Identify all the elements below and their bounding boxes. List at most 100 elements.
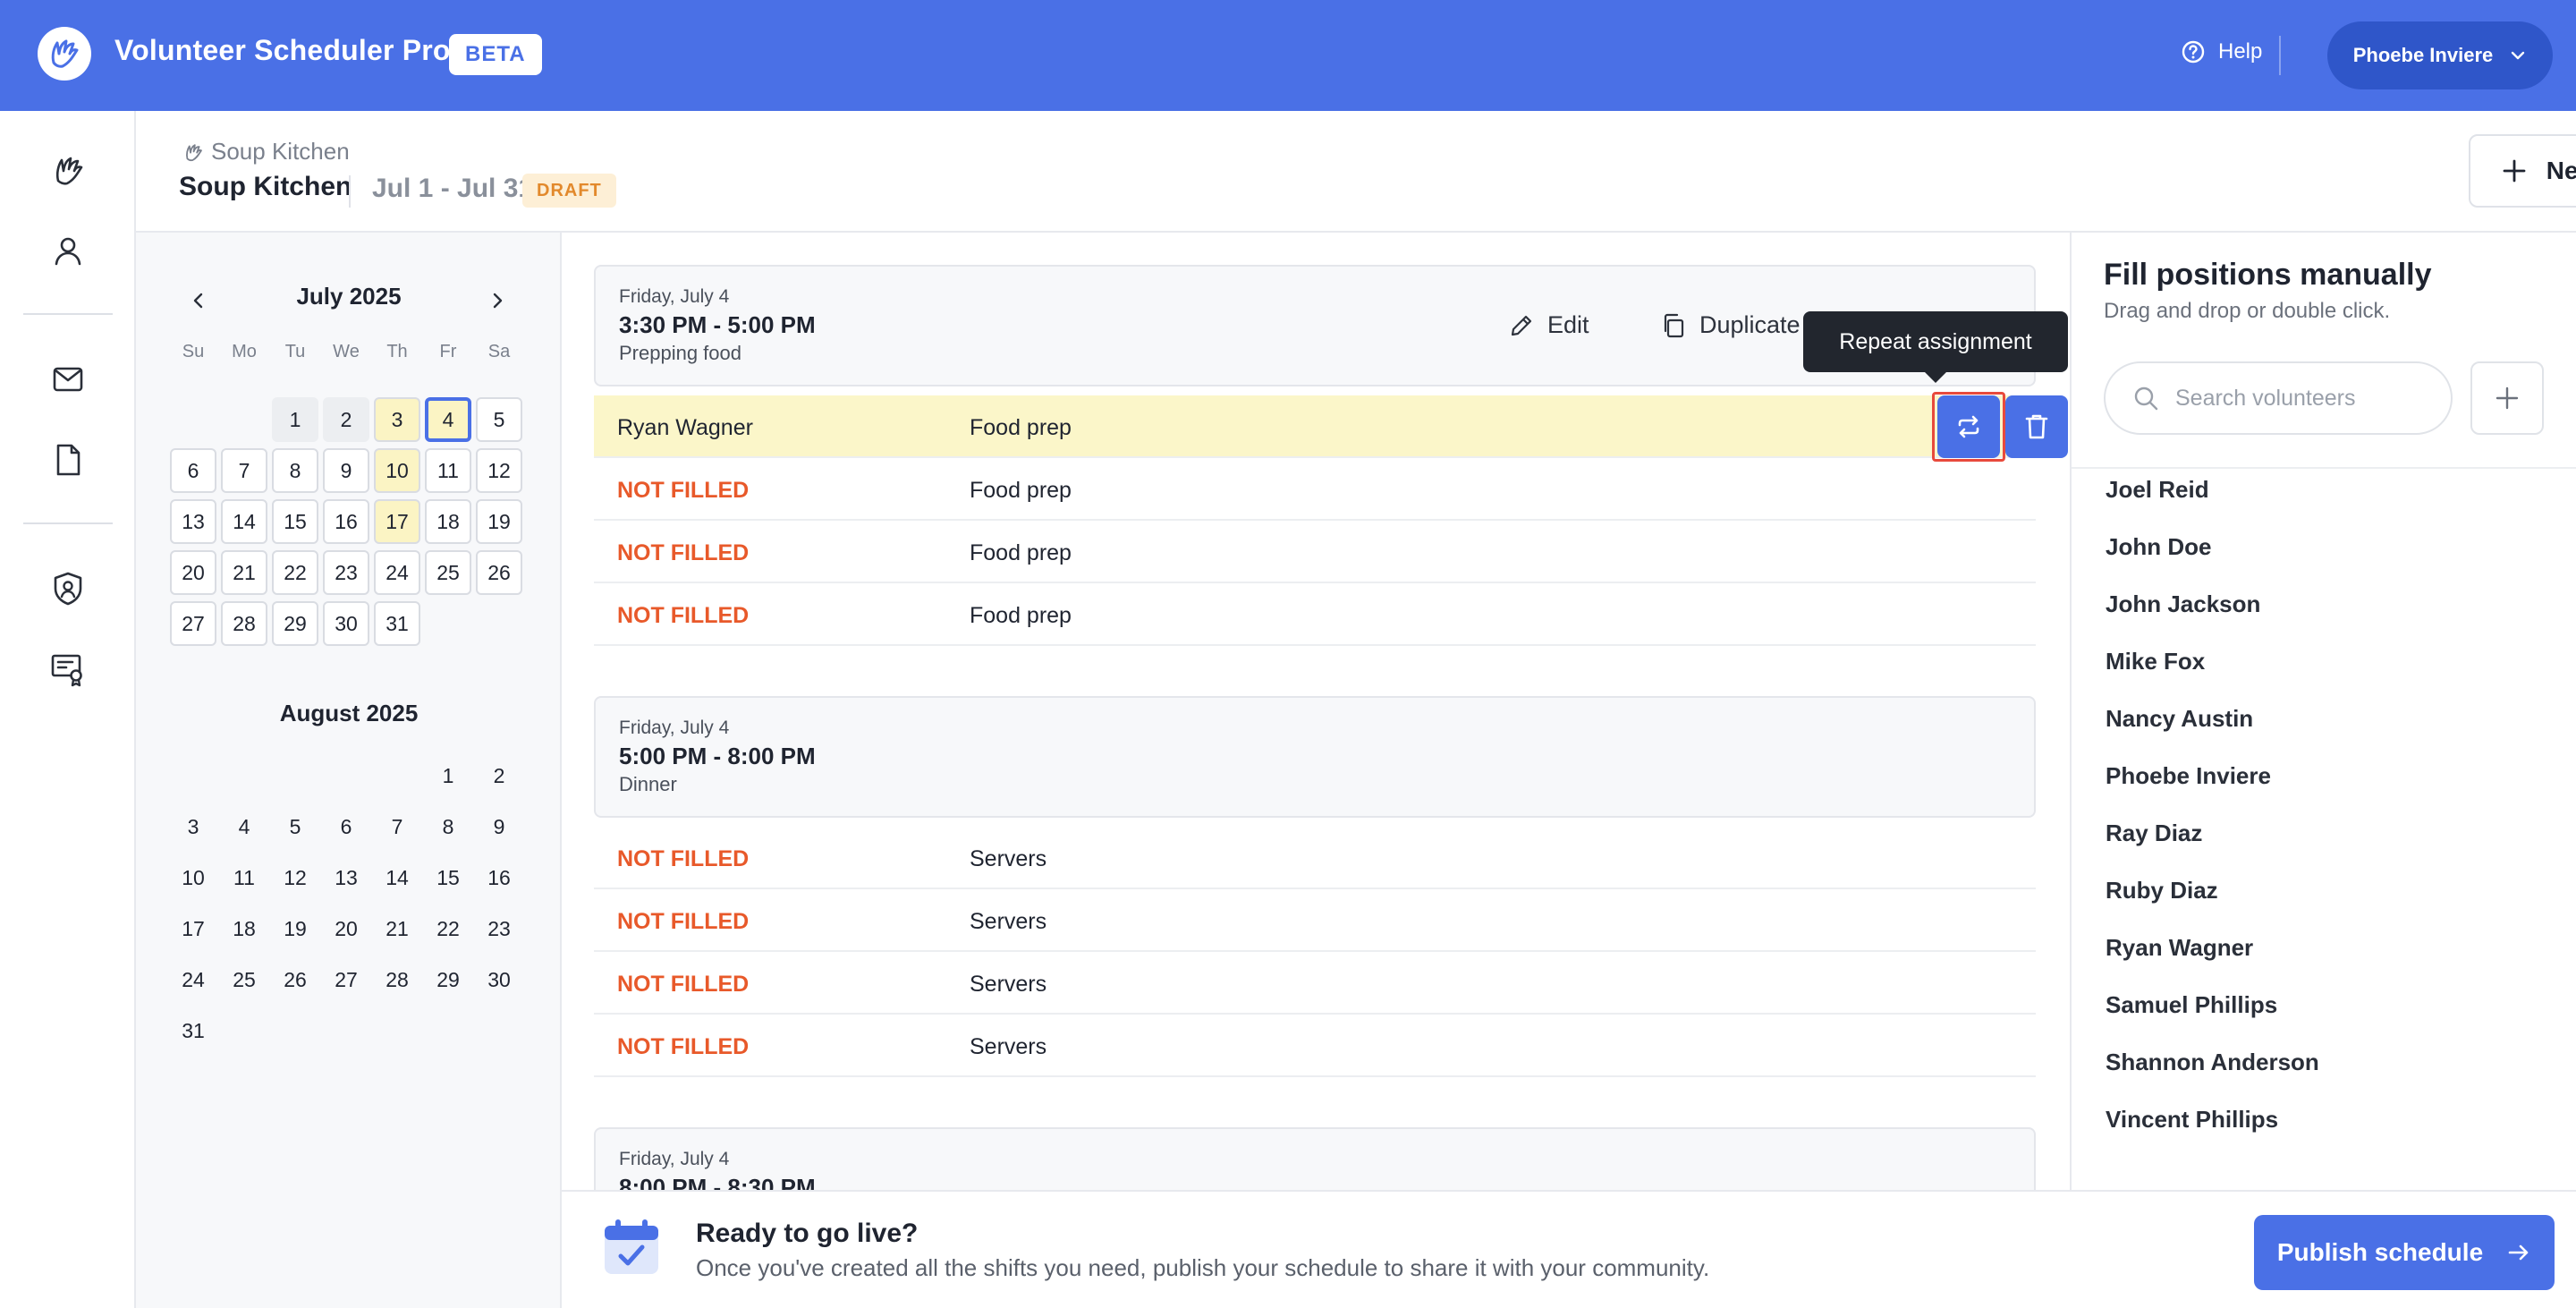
calendar-day[interactable]: 21 — [374, 906, 420, 951]
calendar-day[interactable]: 11 — [425, 448, 471, 493]
calendar-day[interactable]: 10 — [170, 855, 216, 900]
assignment-row[interactable]: NOT FILLED Food prep — [594, 583, 2036, 646]
assignment-row[interactable]: NOT FILLED Servers — [594, 1015, 2036, 1077]
calendar-day[interactable]: 25 — [221, 957, 267, 1002]
publish-schedule-button[interactable]: Publish schedule — [2254, 1215, 2555, 1290]
calendar-day[interactable]: 27 — [170, 601, 216, 646]
volunteer-hand-icon[interactable] — [48, 150, 88, 190]
calendar-day[interactable]: 23 — [323, 550, 369, 595]
assignment-row[interactable]: NOT FILLED Food prep — [594, 521, 2036, 583]
calendar-day[interactable]: 26 — [476, 550, 522, 595]
calendar-day[interactable]: 6 — [170, 448, 216, 493]
calendar-day[interactable]: 2 — [323, 397, 369, 442]
calendar-day[interactable]: 15 — [425, 855, 471, 900]
breadcrumb[interactable]: Soup Kitchen — [182, 138, 350, 166]
mail-icon[interactable] — [48, 360, 88, 399]
volunteer-list-item[interactable]: Samuel Phillips — [2106, 991, 2277, 1019]
calendar-day[interactable]: 7 — [221, 448, 267, 493]
calendar-day[interactable]: 29 — [272, 601, 318, 646]
user-icon[interactable] — [48, 231, 88, 270]
volunteer-list-item[interactable]: John Doe — [2106, 533, 2211, 561]
calendar-day[interactable]: 6 — [323, 804, 369, 849]
calendar-day[interactable]: 3 — [374, 397, 420, 442]
calendar-day[interactable]: 19 — [272, 906, 318, 951]
calendar-day[interactable]: 9 — [476, 804, 522, 849]
delete-assignment-button[interactable] — [2005, 395, 2068, 458]
calendar-day[interactable]: 18 — [221, 906, 267, 951]
assignment-row[interactable]: NOT FILLED Servers — [594, 827, 2036, 889]
calendar-day[interactable]: 18 — [425, 499, 471, 544]
volunteer-list-item[interactable]: Mike Fox — [2106, 648, 2205, 675]
calendar-day[interactable]: 12 — [476, 448, 522, 493]
calendar-day[interactable]: 10 — [374, 448, 420, 493]
volunteer-list-item[interactable]: Ryan Wagner — [2106, 934, 2253, 962]
next-month-button[interactable] — [479, 283, 515, 319]
user-menu-button[interactable]: Phoebe Inviere — [2327, 21, 2553, 89]
new-shift-button[interactable]: New shift — [2469, 134, 2576, 208]
app-logo-icon[interactable] — [38, 27, 91, 81]
calendar-day[interactable]: 21 — [221, 550, 267, 595]
calendar-day[interactable]: 11 — [221, 855, 267, 900]
calendar-day[interactable]: 3 — [170, 804, 216, 849]
document-icon[interactable] — [48, 440, 88, 480]
calendar-day[interactable]: 14 — [221, 499, 267, 544]
calendar-day[interactable]: 24 — [170, 957, 216, 1002]
volunteer-list-item[interactable]: Shannon Anderson — [2106, 1049, 2319, 1076]
calendar-day[interactable]: 16 — [476, 855, 522, 900]
calendar-day[interactable]: 31 — [170, 1008, 216, 1053]
calendar-day[interactable]: 15 — [272, 499, 318, 544]
add-volunteer-button[interactable] — [2470, 361, 2544, 435]
calendar-day[interactable]: 9 — [323, 448, 369, 493]
calendar-day[interactable]: 30 — [476, 957, 522, 1002]
calendar-day[interactable]: 22 — [425, 906, 471, 951]
shift-card[interactable]: Friday, July 4 8:00 PM - 8:30 PM — [594, 1127, 2036, 1190]
calendar-day[interactable]: 4 — [425, 397, 471, 442]
calendar-day[interactable]: 27 — [323, 957, 369, 1002]
calendar-day[interactable]: 5 — [272, 804, 318, 849]
calendar-day[interactable]: 1 — [425, 753, 471, 798]
calendar-day[interactable]: 19 — [476, 499, 522, 544]
search-input[interactable] — [2175, 385, 2426, 412]
calendar-day[interactable]: 1 — [272, 397, 318, 442]
shift-card[interactable]: Friday, July 4 5:00 PM - 8:00 PM Dinner — [594, 696, 2036, 818]
volunteer-list-item[interactable]: John Jackson — [2106, 590, 2260, 618]
calendar-day[interactable]: 16 — [323, 499, 369, 544]
assignment-row[interactable]: NOT FILLED Servers — [594, 952, 2036, 1015]
edit-shift-button[interactable]: Edit — [1508, 311, 1589, 339]
calendar-day[interactable]: 24 — [374, 550, 420, 595]
calendar-day[interactable]: 31 — [374, 601, 420, 646]
calendar-day[interactable]: 28 — [374, 957, 420, 1002]
assignment-row[interactable]: NOT FILLED Servers — [594, 889, 2036, 952]
assignment-row[interactable]: Ryan Wagner Food prep — [594, 392, 2068, 462]
calendar-day[interactable]: 2 — [476, 753, 522, 798]
volunteer-search[interactable] — [2104, 361, 2453, 435]
calendar-day[interactable]: 20 — [323, 906, 369, 951]
calendar-day[interactable]: 7 — [374, 804, 420, 849]
calendar-day[interactable]: 4 — [221, 804, 267, 849]
calendar-day[interactable]: 13 — [323, 855, 369, 900]
calendar-day[interactable]: 17 — [170, 906, 216, 951]
calendar-day[interactable]: 22 — [272, 550, 318, 595]
calendar-day[interactable]: 29 — [425, 957, 471, 1002]
calendar-day[interactable]: 26 — [272, 957, 318, 1002]
volunteer-list-item[interactable]: Ruby Diaz — [2106, 877, 2218, 905]
calendar-day[interactable]: 25 — [425, 550, 471, 595]
calendar-day[interactable]: 17 — [374, 499, 420, 544]
calendar-day[interactable]: 30 — [323, 601, 369, 646]
repeat-assignment-button[interactable] — [1937, 395, 2000, 458]
volunteer-list-item[interactable]: Ray Diaz — [2106, 820, 2202, 847]
calendar-day[interactable]: 28 — [221, 601, 267, 646]
calendar-day[interactable]: 20 — [170, 550, 216, 595]
calendar-day[interactable]: 8 — [272, 448, 318, 493]
calendar-day[interactable]: 12 — [272, 855, 318, 900]
shield-user-icon[interactable] — [48, 569, 88, 608]
duplicate-shift-button[interactable]: Duplicate — [1660, 311, 1801, 339]
volunteer-list-item[interactable]: Joel Reid — [2106, 476, 2209, 504]
volunteer-list-item[interactable]: Phoebe Inviere — [2106, 762, 2271, 790]
calendar-day[interactable]: 14 — [374, 855, 420, 900]
assignment-row[interactable]: NOT FILLED Food prep — [594, 458, 2036, 521]
calendar-day[interactable]: 13 — [170, 499, 216, 544]
calendar-day[interactable]: 8 — [425, 804, 471, 849]
volunteer-list-item[interactable]: Nancy Austin — [2106, 705, 2253, 733]
help-link[interactable]: Help — [2181, 39, 2262, 64]
